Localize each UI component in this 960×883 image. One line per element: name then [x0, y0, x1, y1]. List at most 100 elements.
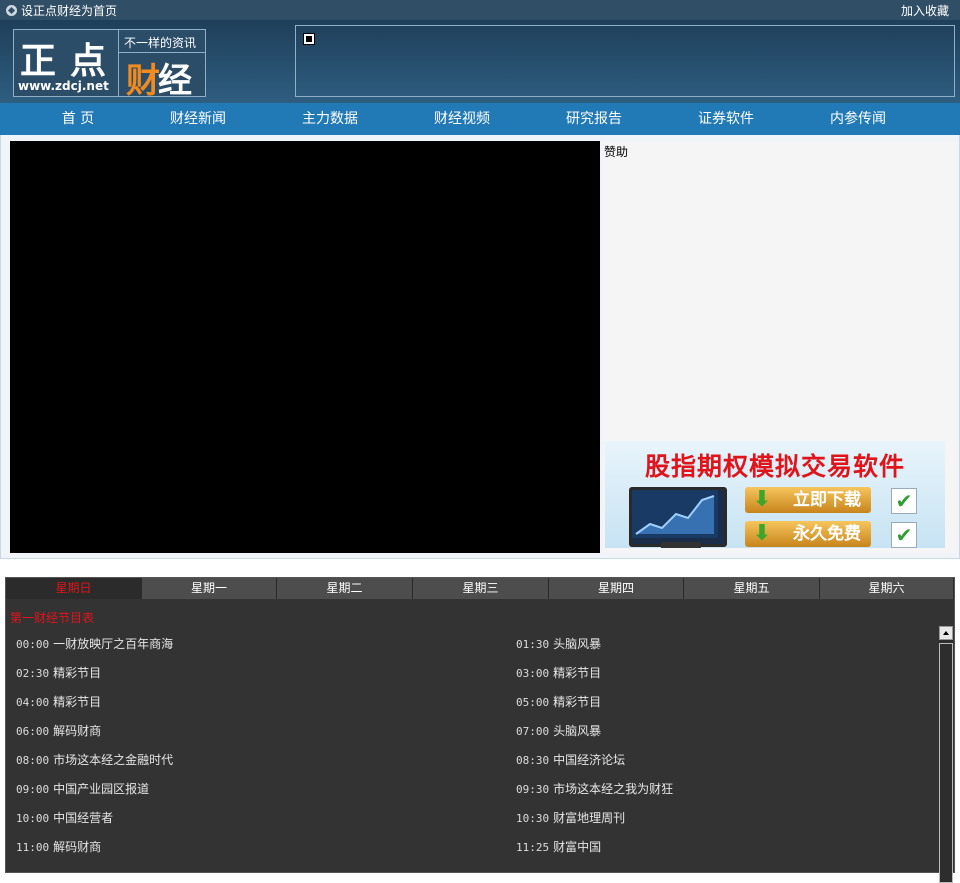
- nav-item-insider[interactable]: 内参传闻: [818, 103, 898, 135]
- software-promo-banner[interactable]: 股指期权模拟交易软件 ⬇ 立即下载 ⬇ 永久免费 ✔ ✔: [605, 441, 945, 548]
- program-time: 07:00: [516, 725, 550, 738]
- program-name: 财富地理周刊: [553, 811, 626, 825]
- program-name: 解码财商: [53, 724, 102, 738]
- list-item[interactable]: 07:00 头脑风暴: [516, 717, 601, 746]
- video-player[interactable]: [10, 141, 600, 553]
- sponsor-label: 赞助: [604, 145, 629, 159]
- program-name: 一财放映厅之百年商海: [53, 637, 174, 651]
- program-name: 中国经济论坛: [553, 753, 626, 767]
- list-item[interactable]: 02:30 精彩节目: [16, 659, 101, 688]
- set-homepage-link[interactable]: 设正点财经为首页: [6, 2, 117, 19]
- weekday-tabs: 星期日 星期一 星期二 星期三 星期四 星期五 星期六: [6, 578, 956, 600]
- program-time: 08:00: [16, 754, 50, 767]
- list-item[interactable]: 05:00 精彩节目: [516, 688, 601, 717]
- program-time: 08:30: [516, 754, 550, 767]
- list-item[interactable]: 11:00 解码财商: [16, 833, 101, 862]
- logo-brand: 财经: [126, 53, 192, 102]
- logo-slogan: 不一样的资讯: [124, 36, 197, 50]
- checkmark-icon: ✔: [891, 488, 917, 514]
- broken-image-icon: [303, 33, 315, 45]
- home-icon: [6, 5, 17, 16]
- program-time: 11:00: [16, 841, 50, 854]
- schedule-title: 第一财经节目表: [10, 611, 95, 625]
- program-time: 09:00: [16, 783, 50, 796]
- program-name: 精彩节目: [553, 666, 602, 680]
- list-item[interactable]: 09:30 市场这本经之我为财狂: [516, 775, 673, 804]
- program-time: 00:00: [16, 638, 50, 651]
- tab-wednesday[interactable]: 星期三: [413, 578, 549, 599]
- set-homepage-label: 设正点财经为首页: [21, 4, 118, 18]
- program-time: 10:30: [516, 812, 550, 825]
- scrollbar-thumb[interactable]: [939, 643, 953, 883]
- list-item[interactable]: 06:00 解码财商: [16, 717, 101, 746]
- scroll-up-arrow-icon[interactable]: [939, 626, 953, 640]
- nav-item-reports[interactable]: 研究报告: [554, 103, 634, 135]
- logo-url: www.zdcj.net: [18, 79, 109, 93]
- nav-item-data[interactable]: 主力数据: [290, 103, 370, 135]
- program-name: 头脑风暴: [553, 724, 602, 738]
- video-section: 赞助 股指期权模拟交易软件 ⬇ 立即下载 ⬇ 永久免费 ✔ ✔: [0, 135, 960, 559]
- tab-monday[interactable]: 星期一: [142, 578, 277, 599]
- add-favorite-link[interactable]: 加入收藏: [901, 2, 949, 19]
- monitor-chart-icon: [629, 487, 727, 547]
- top-bar: 设正点财经为首页 加入收藏: [0, 0, 960, 20]
- program-time: 11:25: [516, 841, 550, 854]
- program-name: 精彩节目: [53, 666, 102, 680]
- nav-item-video[interactable]: 财经视频: [422, 103, 502, 135]
- checkmark-icon: ✔: [891, 522, 917, 548]
- list-item[interactable]: 03:00 精彩节目: [516, 659, 601, 688]
- program-time: 02:30: [16, 667, 50, 680]
- nav-item-home[interactable]: 首 页: [38, 103, 118, 135]
- tab-tuesday[interactable]: 星期二: [277, 578, 413, 599]
- program-time: 06:00: [16, 725, 50, 738]
- list-item[interactable]: 09:00 中国产业园区报道: [16, 775, 149, 804]
- download-now-button[interactable]: ⬇ 立即下载: [745, 487, 871, 513]
- program-name: 精彩节目: [553, 695, 602, 709]
- list-item[interactable]: 11:25 财富中国: [516, 833, 601, 862]
- list-item[interactable]: 10:30 财富地理周刊: [516, 804, 625, 833]
- promo-headline: 股指期权模拟交易软件: [644, 452, 905, 481]
- program-time: 04:00: [16, 696, 50, 709]
- free-forever-button[interactable]: ⬇ 永久免费: [745, 521, 871, 547]
- tab-thursday[interactable]: 星期四: [549, 578, 684, 599]
- program-name: 精彩节目: [53, 695, 102, 709]
- program-name: 中国产业园区报道: [53, 782, 150, 796]
- main-nav: 首 页 财经新闻 主力数据 财经视频 研究报告 证券软件 内参传闻: [0, 103, 960, 135]
- program-name: 财富中国: [553, 840, 602, 854]
- nav-item-software[interactable]: 证券软件: [686, 103, 766, 135]
- program-name: 中国经营者: [53, 811, 114, 825]
- list-item[interactable]: 08:30 中国经济论坛: [516, 746, 625, 775]
- program-time: 10:00: [16, 812, 50, 825]
- tab-friday[interactable]: 星期五: [684, 578, 820, 599]
- tv-schedule: 星期日 星期一 星期二 星期三 星期四 星期五 星期六 第一财经节目表 00:0…: [5, 577, 956, 883]
- program-time: 05:00: [516, 696, 550, 709]
- site-logo[interactable]: 正点 www.zdcj.net 不一样的资讯 财经: [13, 29, 206, 101]
- program-time: 03:00: [516, 667, 550, 680]
- list-item[interactable]: 04:00 精彩节目: [16, 688, 101, 717]
- logo-brand-rest: 经: [158, 61, 192, 101]
- nav-item-news[interactable]: 财经新闻: [158, 103, 238, 135]
- download-arrow-icon: ⬇: [752, 487, 772, 512]
- list-item[interactable]: 00:00 一财放映厅之百年商海: [16, 630, 173, 659]
- program-name: 解码财商: [53, 840, 102, 854]
- list-item[interactable]: 10:00 中国经营者: [16, 804, 113, 833]
- logo-brand-accent: 财: [126, 61, 160, 101]
- sponsor-panel: 赞助 股指期权模拟交易软件 ⬇ 立即下载 ⬇ 永久免费 ✔ ✔: [603, 141, 957, 553]
- list-item[interactable]: 08:00 市场这本经之金融时代: [16, 746, 173, 775]
- list-item[interactable]: 01:30 头脑风暴: [516, 630, 601, 659]
- program-name: 头脑风暴: [553, 637, 602, 651]
- tab-saturday[interactable]: 星期六: [820, 578, 954, 599]
- program-name: 市场这本经之金融时代: [53, 753, 174, 767]
- header-ad-banner[interactable]: [295, 25, 955, 97]
- free-forever-label: 永久免费: [793, 524, 861, 544]
- program-name: 市场这本经之我为财狂: [553, 782, 674, 796]
- monitor-stand: [661, 542, 701, 548]
- site-header: 正点 www.zdcj.net 不一样的资讯 财经: [0, 20, 960, 103]
- program-time: 01:30: [516, 638, 550, 651]
- program-time: 09:30: [516, 783, 550, 796]
- schedule-scrollbar[interactable]: [939, 626, 953, 883]
- tab-sunday[interactable]: 星期日: [6, 578, 142, 599]
- logo-divider: [118, 30, 119, 96]
- download-arrow-icon: ⬇: [752, 521, 772, 546]
- logo-main-text: 正点: [20, 41, 121, 82]
